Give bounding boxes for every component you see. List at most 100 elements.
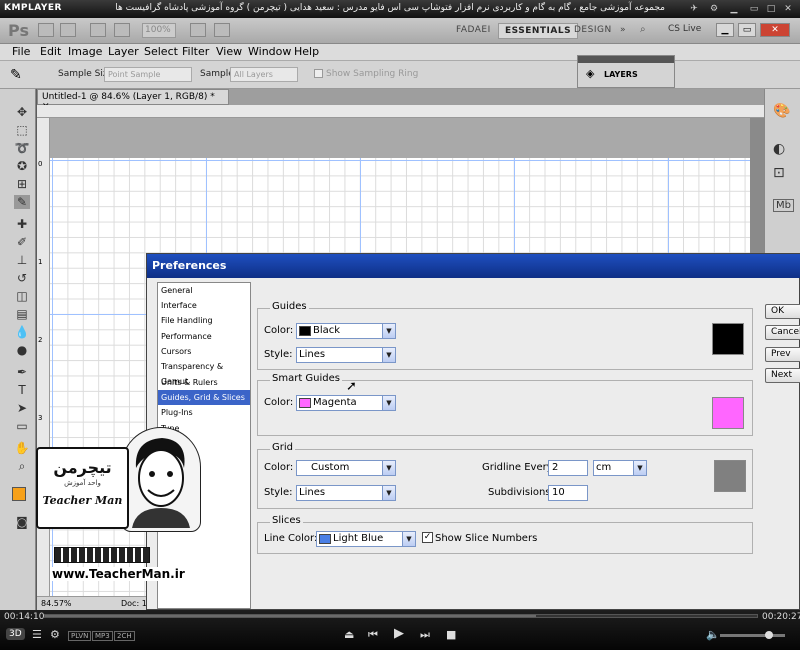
layers-panel-header[interactable] [578,56,674,63]
clone-stamp-tool-icon[interactable]: ⊥ [14,253,30,267]
zoom-tool-icon[interactable]: ⌕ [14,459,30,474]
menu-file[interactable]: File [12,45,30,58]
badge-mp3[interactable]: MP3 [92,631,113,641]
3d-button[interactable]: 3D [6,628,25,640]
screen-mode-icon[interactable] [214,23,230,37]
menu-layer[interactable]: Layer [108,45,139,58]
menu-view[interactable]: View [216,45,242,58]
volume-slider[interactable] [720,631,785,639]
prev-button[interactable]: Prev [765,347,800,362]
menu-window[interactable]: Window [248,45,291,58]
cancel-button[interactable]: Cancel [765,325,800,340]
menu-select[interactable]: Select [144,45,178,58]
ps-close-icon[interactable]: ✕ [760,23,790,37]
lasso-tool-icon[interactable]: ➰ [14,141,30,155]
quick-mask-icon[interactable]: ◙ [14,515,30,529]
smart-guides-color-select[interactable]: Magenta ▼ [296,395,396,411]
player-minimize-icon[interactable]: ▁ [728,3,740,15]
ps-minimize-icon[interactable]: ▁ [716,23,734,37]
eyedropper-tool-icon[interactable]: ✎ [14,195,30,209]
hand-tool-icon[interactable]: ✋ [14,441,30,455]
pin-icon[interactable]: ✈ [688,3,700,15]
eject-icon[interactable]: ⏏ [344,628,354,641]
previous-icon[interactable]: ⏮ [368,628,378,642]
slice-line-color-select[interactable]: Light Blue ▼ [316,531,416,547]
arrange-documents-icon[interactable] [190,23,206,37]
category-performance[interactable]: Performance [158,329,250,344]
type-tool-icon[interactable]: T [14,383,30,397]
search-icon[interactable]: ⌕ [640,24,646,35]
pen-tool-icon[interactable]: ✒ [14,365,30,379]
seek-bar[interactable] [44,614,758,618]
grid-color-preview[interactable] [714,460,746,492]
crop-tool-icon[interactable]: ⊞ [14,177,30,191]
menu-help[interactable]: Help [294,45,319,58]
healing-brush-tool-icon[interactable]: ✚ [14,217,30,231]
gridline-unit-select[interactable]: cm ▼ [593,460,647,476]
marquee-tool-icon[interactable]: ⬚ [14,123,30,137]
hand-view-icon[interactable] [114,23,130,37]
cs-live-button[interactable]: CS Live [668,24,701,34]
next-icon[interactable]: ⏭ [420,628,430,642]
player-close-icon[interactable]: ✕ [782,3,794,15]
next-button[interactable]: Next [765,368,800,383]
subdivisions-input[interactable]: 10 [548,485,588,501]
preferences-icon[interactable]: ⚙ [50,628,60,641]
shape-tool-icon[interactable]: ▭ [14,419,30,433]
bridge-icon[interactable] [38,23,54,37]
eyedropper-tool-preset-icon[interactable]: ✎ [10,67,22,83]
settings-icon[interactable]: ⚙ [708,3,720,15]
zoom-level[interactable]: 100% [142,23,176,38]
guides-color-select[interactable]: Black ▼ [296,323,396,339]
badge-plvn[interactable]: PLVN [68,631,92,641]
move-tool-icon[interactable]: ✥ [14,105,30,119]
category-file-handling[interactable]: File Handling [158,313,250,328]
category-cursors[interactable]: Cursors [158,344,250,359]
blur-tool-icon[interactable]: 💧 [14,325,30,339]
adjustments-panel-icon[interactable]: ⊡ [773,165,785,181]
stop-icon[interactable]: ■ [446,628,456,641]
workspace-essentials[interactable]: ESSENTIALS [498,23,579,39]
menu-image[interactable]: Image [68,45,102,58]
color-panel-icon[interactable]: 🎨 [773,103,790,119]
player-restore-icon[interactable]: ▭ [748,3,760,15]
category-transparency[interactable]: Transparency & Gamut [158,359,250,386]
layers-panel-collapsed[interactable]: ◈ LAYERS [577,55,675,88]
player-maximize-icon[interactable]: □ [765,3,777,15]
gridline-every-input[interactable]: 2 [548,460,588,476]
history-brush-tool-icon[interactable]: ↺ [14,271,30,285]
category-interface[interactable]: Interface [158,298,250,313]
grid-style-select[interactable]: Lines ▼ [296,485,396,501]
workspace-more-icon[interactable]: » [620,25,626,35]
mini-bridge-panel-icon[interactable]: Mb [773,199,794,212]
document-tab[interactable]: Untitled-1 @ 84.6% (Layer 1, RGB/8) * ✕ [37,89,229,112]
quick-selection-tool-icon[interactable]: ✪ [14,159,30,173]
category-units-rulers[interactable]: Units & Rulers [158,375,250,390]
workspace-fadaei[interactable]: FADAEI [456,25,491,35]
show-slice-numbers-checkbox[interactable]: ✓ [422,532,433,543]
category-guides-grid-slices[interactable]: Guides, Grid & Slices [158,390,250,405]
eraser-tool-icon[interactable]: ◫ [14,289,30,303]
volume-icon[interactable]: 🔈 [706,628,720,641]
smart-guides-color-preview[interactable] [712,397,744,429]
preferences-title[interactable]: Preferences [147,254,800,278]
styles-panel-icon[interactable]: ◐ [773,141,785,157]
sample-select[interactable]: All Layers [230,67,298,82]
brush-tool-icon[interactable]: ✐ [14,235,30,249]
gradient-tool-icon[interactable]: ▤ [14,307,30,321]
guides-color-preview[interactable] [712,323,744,355]
grid-color-select[interactable]: Custom ▼ [296,460,396,476]
guides-style-select[interactable]: Lines ▼ [296,347,396,363]
ps-restore-icon[interactable]: ▭ [738,23,756,37]
workspace-design[interactable]: DESIGN [574,25,612,35]
sample-size-select[interactable]: Point Sample [104,67,192,82]
view-extras-icon[interactable] [90,23,106,37]
ok-button[interactable]: OK [765,304,800,319]
foreground-color-swatch[interactable] [12,487,26,501]
volume-handle[interactable] [764,631,773,639]
menu-filter[interactable]: Filter [182,45,209,58]
show-sampling-ring-checkbox[interactable] [314,69,323,78]
path-selection-tool-icon[interactable]: ➤ [14,401,30,415]
category-plug-ins[interactable]: Plug-Ins [158,405,250,420]
badge-2ch[interactable]: 2CH [114,631,135,641]
